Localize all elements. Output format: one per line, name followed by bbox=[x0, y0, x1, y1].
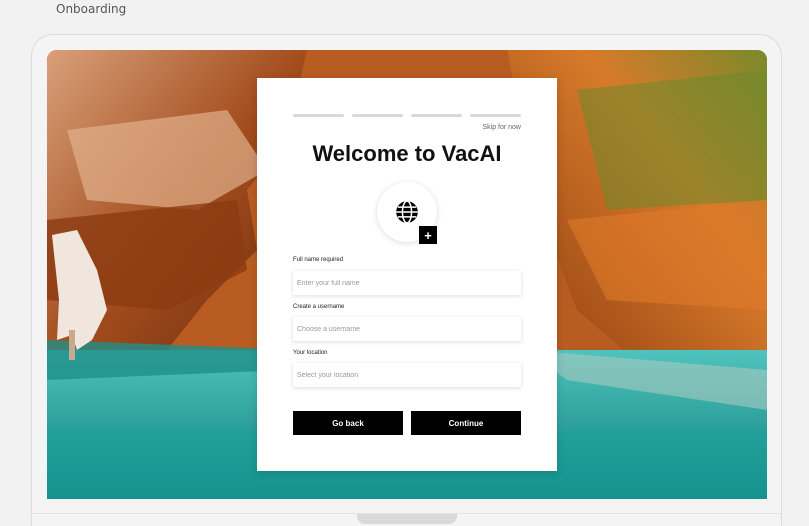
username-input[interactable] bbox=[293, 317, 521, 341]
skip-for-now-link[interactable]: Skip for now bbox=[482, 124, 521, 131]
full-name-label: Full name required bbox=[293, 257, 344, 263]
laptop-notch bbox=[357, 514, 457, 524]
plus-icon: + bbox=[424, 227, 432, 243]
username-label: Create a username bbox=[293, 304, 345, 310]
onboarding-card: Skip for now Welcome to VacAI + Full nam… bbox=[257, 78, 557, 471]
progress-steps bbox=[293, 114, 521, 117]
progress-step bbox=[411, 114, 462, 117]
progress-step bbox=[293, 114, 344, 117]
location-label: Your location bbox=[293, 350, 328, 356]
location-input[interactable] bbox=[293, 363, 521, 387]
globe-icon bbox=[396, 200, 418, 224]
page-title: Welcome to VacAI bbox=[312, 141, 502, 166]
page-label: Onboarding bbox=[56, 2, 127, 16]
progress-step bbox=[352, 114, 403, 117]
full-name-input[interactable] bbox=[293, 271, 521, 295]
continue-button[interactable]: Continue bbox=[411, 411, 521, 435]
add-photo-button[interactable]: + bbox=[419, 226, 437, 244]
progress-step bbox=[470, 114, 521, 117]
go-back-button[interactable]: Go back bbox=[293, 411, 403, 435]
